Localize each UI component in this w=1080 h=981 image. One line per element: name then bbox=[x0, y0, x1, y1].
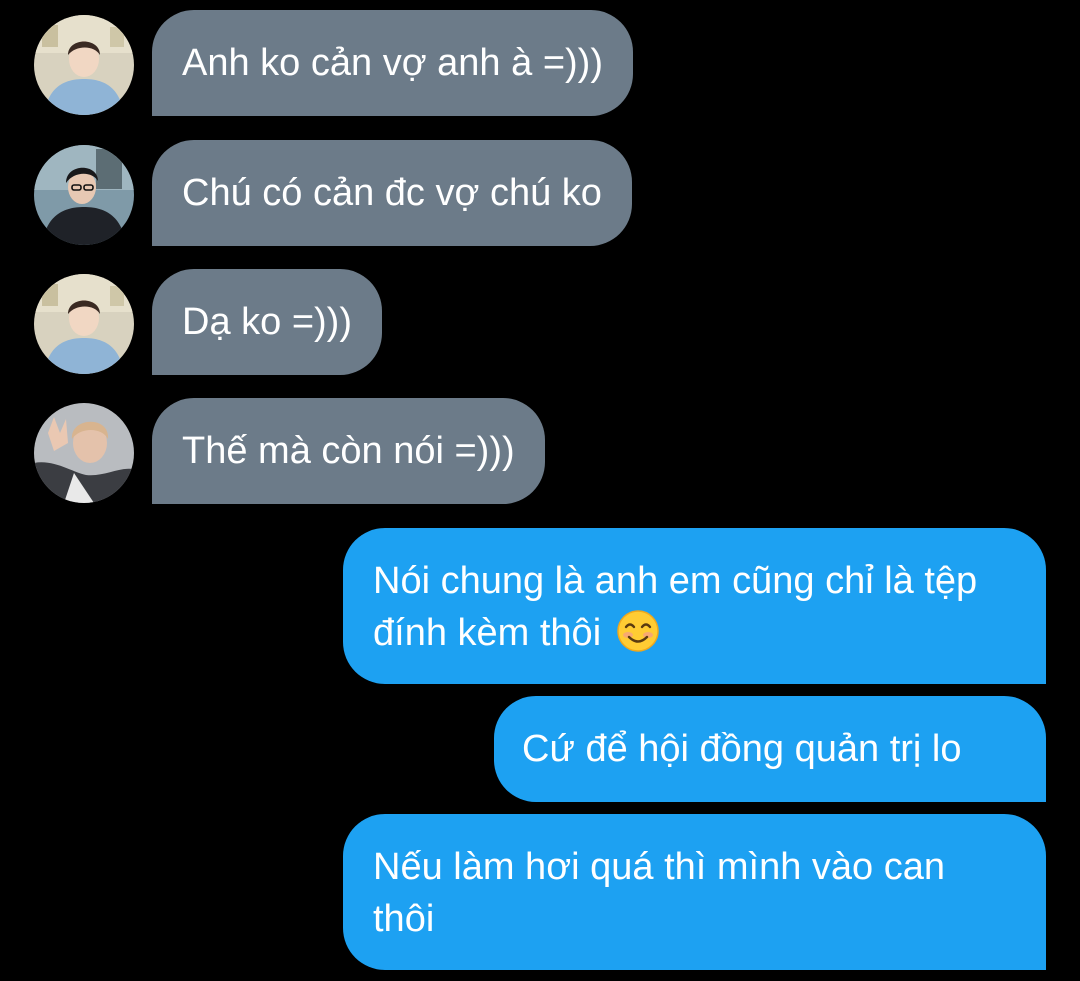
message-text: Nói chung là anh em cũng chỉ là tệp đính… bbox=[373, 560, 978, 654]
avatar-boy-blue-hoodie-icon bbox=[34, 274, 134, 374]
avatar[interactable] bbox=[34, 403, 134, 503]
avatar-boy-peace-sign-icon bbox=[34, 403, 134, 503]
incoming-message-bubble[interactable]: Anh ko cản vợ anh à =))) bbox=[152, 10, 633, 116]
smiling-face-icon bbox=[616, 609, 660, 653]
message-text: Thế mà còn nói =))) bbox=[182, 430, 515, 472]
incoming-message-bubble[interactable]: Chú có cản đc vợ chú ko bbox=[152, 140, 632, 246]
avatar[interactable] bbox=[34, 145, 134, 245]
avatar-boy-dark-jacket-icon bbox=[34, 145, 134, 245]
avatar[interactable] bbox=[34, 274, 134, 374]
message-text: Anh ko cản vợ anh à =))) bbox=[182, 42, 603, 84]
avatar-boy-blue-hoodie-icon bbox=[34, 15, 134, 115]
message-text: Chú có cản đc vợ chú ko bbox=[182, 172, 602, 214]
outgoing-message-bubble[interactable]: Cứ để hội đồng quản trị lo bbox=[494, 696, 1046, 802]
outgoing-message-bubble[interactable]: Nói chung là anh em cũng chỉ là tệp đính… bbox=[343, 528, 1046, 684]
incoming-message-bubble[interactable]: Dạ ko =))) bbox=[152, 269, 382, 375]
incoming-message-bubble[interactable]: Thế mà còn nói =))) bbox=[152, 398, 545, 504]
avatar[interactable] bbox=[34, 15, 134, 115]
message-text: Nếu làm hơi quá thì mình vào can thôi bbox=[373, 846, 946, 940]
message-text: Cứ để hội đồng quản trị lo bbox=[522, 728, 962, 770]
message-text: Dạ ko =))) bbox=[182, 301, 352, 343]
chat-thread: Anh ko cản vợ anh à =))) Chú có cản đc v… bbox=[0, 0, 1080, 981]
outgoing-message-bubble[interactable]: Nếu làm hơi quá thì mình vào can thôi bbox=[343, 814, 1046, 970]
